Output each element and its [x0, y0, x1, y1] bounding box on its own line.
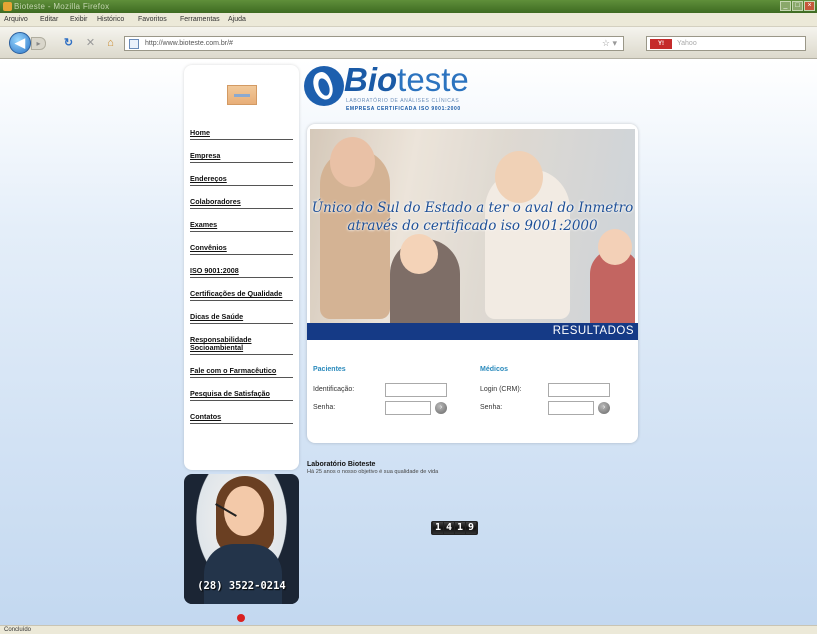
sidebar-logo-image — [227, 85, 257, 105]
menu-bar: Arquivo Editar Exibir Histórico Favorito… — [0, 13, 817, 27]
visit-counter: 1419 — [431, 521, 478, 535]
patient-login-heading: Pacientes — [313, 366, 346, 373]
address-text: http://www.bioteste.com.br/# — [145, 40, 233, 47]
search-placeholder: Yahoo — [677, 40, 697, 47]
counter-digit: 9 — [466, 522, 476, 534]
doctor-password-label: Senha: — [480, 404, 503, 411]
window-titlebar: Bioteste - Mozilla Firefox _ □ × — [0, 0, 817, 13]
doctor-login-label: Login (CRM): — [480, 386, 522, 393]
menu-editar[interactable]: Editar — [40, 16, 58, 23]
minimize-button[interactable]: _ — [780, 1, 791, 11]
patient-password-label: Senha: — [313, 404, 336, 411]
patient-password-input[interactable] — [385, 401, 431, 415]
counter-digit: 1 — [455, 522, 465, 534]
patient-login: Pacientes Identificação: Senha: › — [313, 366, 463, 419]
bookmark-star-icon[interactable]: ☆ ▾ — [602, 38, 617, 49]
sidebar-item-fale-farmaceutico[interactable]: Fale com o Farmacêutico — [190, 367, 293, 378]
doctor-crm-input[interactable] — [548, 383, 610, 397]
logo-wordmark: Bioteste — [344, 61, 469, 98]
lab-subtitle: Há 25 anos o nosso objetivo é sua qualid… — [307, 469, 439, 475]
sidebar-item-colaboradores[interactable]: Colaboradores — [190, 198, 293, 209]
status-bar: Concluído — [0, 625, 817, 634]
page-favicon-icon — [129, 39, 139, 49]
patient-submit-button[interactable]: › — [435, 402, 447, 414]
sidebar-item-enderecos[interactable]: Endereços — [190, 175, 293, 186]
phone-number: (28) 3522-0214 — [197, 580, 286, 592]
menu-historico[interactable]: Histórico — [97, 16, 124, 23]
window-title: Bioteste - Mozilla Firefox — [14, 2, 110, 11]
site-logo[interactable]: Bioteste LABORATÓRIO DE ANÁLISES CLÍNICA… — [304, 62, 504, 117]
hero-banner: Único do Sul do Estado a ter o aval do I… — [310, 129, 635, 323]
menu-ferramentas[interactable]: Ferramentas — [180, 16, 220, 23]
sidebar-item-pesquisa[interactable]: Pesquisa de Satisfação — [190, 390, 293, 401]
sidebar-nav: Home Empresa Endereços Colaboradores Exa… — [190, 129, 293, 436]
sidebar-item-iso[interactable]: ISO 9001:2008 — [190, 267, 293, 278]
counter-digit: 1 — [433, 522, 443, 534]
stop-icon[interactable]: ✕ — [84, 37, 97, 50]
menu-favoritos[interactable]: Favoritos — [138, 16, 167, 23]
patient-id-label: Identificação: — [313, 386, 355, 393]
maximize-button[interactable]: □ — [792, 1, 803, 11]
sidebar-item-dicas-saude[interactable]: Dicas de Saúde — [190, 313, 293, 324]
forward-button[interactable]: ▸ — [31, 37, 46, 50]
sidebar-item-convenios[interactable]: Convênios — [190, 244, 293, 255]
logo-tagline: LABORATÓRIO DE ANÁLISES CLÍNICAS — [346, 98, 460, 104]
window-controls: _ □ × — [780, 1, 815, 11]
navigation-toolbar: ◀ ▸ ↻ ✕ ⌂ http://www.bioteste.com.br/# ☆… — [0, 27, 817, 59]
results-heading: RESULTADOS — [307, 323, 638, 340]
back-button[interactable]: ◀ — [9, 32, 31, 54]
sidebar-item-responsabilidade[interactable]: Responsabilidade Socioambiental — [190, 336, 293, 355]
patient-id-input[interactable] — [385, 383, 447, 397]
menu-ajuda[interactable]: Ajuda — [228, 16, 246, 23]
firefox-icon — [3, 2, 12, 11]
logo-mark-icon — [304, 66, 344, 106]
menu-exibir[interactable]: Exibir — [70, 16, 88, 23]
page-viewport: Home Empresa Endereços Colaboradores Exa… — [0, 60, 817, 625]
lab-title: Laboratório Bioteste — [307, 461, 376, 468]
close-button[interactable]: × — [804, 1, 815, 11]
doctor-password-input[interactable] — [548, 401, 594, 415]
menu-arquivo[interactable]: Arquivo — [4, 16, 28, 23]
sidebar-item-exames[interactable]: Exames — [190, 221, 293, 232]
sidebar-item-contatos[interactable]: Contatos — [190, 413, 293, 424]
main-panel: Único do Sul do Estado a ter o aval do I… — [307, 124, 638, 443]
search-engine-icon[interactable]: Y! — [650, 39, 672, 49]
doctor-login: Médicos Login (CRM): Senha: › — [480, 366, 630, 419]
sidebar-item-empresa[interactable]: Empresa — [190, 152, 293, 163]
home-icon[interactable]: ⌂ — [104, 37, 117, 50]
reload-icon[interactable]: ↻ — [62, 37, 75, 50]
sidebar-item-certificacoes[interactable]: Certificações de Qualidade — [190, 290, 293, 301]
sidebar: Home Empresa Endereços Colaboradores Exa… — [184, 65, 299, 470]
decorative-mark — [237, 614, 245, 622]
search-box[interactable]: Y! Yahoo — [646, 36, 806, 51]
logo-certification: EMPRESA CERTIFICADA ISO 9001:2000 — [346, 106, 461, 112]
address-bar[interactable]: http://www.bioteste.com.br/# ☆ ▾ — [124, 36, 624, 51]
hero-slogan: Único do Sul do Estado a ter o aval do I… — [311, 200, 634, 234]
doctor-submit-button[interactable]: › — [598, 402, 610, 414]
call-center-banner[interactable]: (28) 3522-0214 — [184, 474, 299, 604]
doctor-login-heading: Médicos — [480, 366, 509, 373]
sidebar-item-home[interactable]: Home — [190, 129, 293, 140]
lab-info: Laboratório Bioteste Há 25 anos o nosso … — [307, 461, 567, 475]
counter-digit: 4 — [444, 522, 454, 534]
